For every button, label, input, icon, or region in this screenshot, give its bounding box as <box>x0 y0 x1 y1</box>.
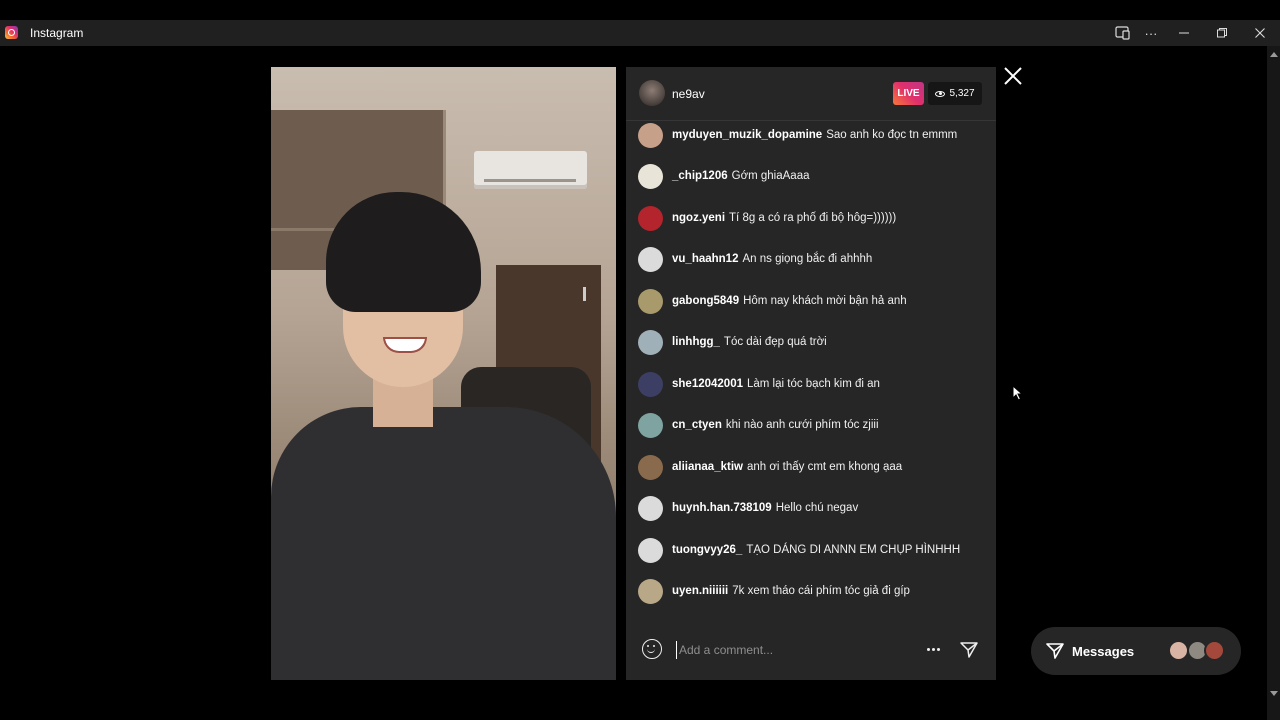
comment-avatar[interactable] <box>638 578 663 604</box>
comment-item: she12042001 Làm lại tóc bạch kim đi an <box>638 371 988 397</box>
comment-username[interactable]: _chip1206 <box>672 170 728 182</box>
viewer-count-badge: 5,327 <box>928 82 982 105</box>
restore-icon[interactable] <box>1204 20 1240 46</box>
comment-avatar[interactable] <box>638 122 663 148</box>
comment-username[interactable]: she12042001 <box>672 378 743 390</box>
comment-avatar[interactable] <box>638 246 663 272</box>
video-air-conditioner <box>474 151 587 189</box>
video-person-shirt <box>271 407 616 680</box>
more-options-icon[interactable] <box>927 648 930 651</box>
screen-top-strip <box>0 0 1280 20</box>
window-titlebar: Instagram ··· <box>0 20 1280 46</box>
messages-button[interactable]: Messages <box>1031 627 1241 675</box>
comment-input[interactable] <box>676 641 916 659</box>
comment-username[interactable]: huynh.han.738109 <box>672 502 772 514</box>
comment-text: Tóc dài đẹp quá trời <box>723 336 827 348</box>
comment-text: Tí 8g a có ra phố đi bộ hôg=)))))) <box>729 212 897 224</box>
comment-avatar[interactable] <box>638 163 663 189</box>
comment-text: khi nào anh cưới phím tóc zjiii <box>725 419 879 431</box>
send-icon[interactable] <box>959 640 979 660</box>
comment-text: anh ơi thấy cmt em khong ạaa <box>746 461 903 473</box>
scroll-up-arrow-icon[interactable] <box>1270 52 1278 57</box>
host-avatar[interactable] <box>639 80 665 106</box>
comment-text: TẠO DÁNG DI ANNN EM CHỤP HÌNHHH <box>746 544 961 556</box>
comment-list[interactable]: myduyen_muzik_dopamine Sao anh ko đọc tn … <box>626 122 996 622</box>
comment-avatar[interactable] <box>638 454 663 480</box>
comment-text: Gớm ghiaAaaa <box>731 170 810 182</box>
emoji-icon[interactable] <box>642 639 662 659</box>
comment-avatar[interactable] <box>638 329 663 355</box>
live-badge: LIVE <box>893 82 924 105</box>
comment-item: cn_ctyen khi nào anh cưới phím tóc zjiii <box>638 412 988 438</box>
vertical-scrollbar[interactable] <box>1267 46 1280 720</box>
messages-avatar <box>1204 640 1225 661</box>
video-door-handle <box>583 287 586 301</box>
comment-text: Hello chú negav <box>775 502 859 514</box>
messages-avatar-stack <box>1168 640 1228 662</box>
comment-text: 7k xem tháo cái phím tóc giả đi gíp <box>732 585 910 597</box>
comment-item: huynh.han.738109 Hello chú negav <box>638 495 988 521</box>
comment-username[interactable]: linhhgg_ <box>672 336 720 348</box>
viewer-count: 5,327 <box>949 88 975 99</box>
scroll-down-arrow-icon[interactable] <box>1270 691 1278 696</box>
comment-composer <box>626 632 996 667</box>
comment-username[interactable]: gabong5849 <box>672 295 739 307</box>
comment-item: vu_haahn12 An ns giọng bắc đi ahhhh <box>638 246 988 272</box>
comment-username[interactable]: myduyen_muzik_dopamine <box>672 129 822 141</box>
messages-label: Messages <box>1072 644 1135 659</box>
comment-item: myduyen_muzik_dopamine Sao anh ko đọc tn … <box>638 122 988 148</box>
mouse-cursor-icon <box>1012 385 1024 401</box>
comment-item: linhhgg_ Tóc dài đẹp quá trời <box>638 329 988 355</box>
comment-text: An ns giọng bắc đi ahhhh <box>742 253 873 265</box>
messages-avatar <box>1168 640 1189 661</box>
comment-username[interactable]: tuongvyy26_ <box>672 544 742 556</box>
comment-item: aliianaa_ktiw anh ơi thấy cmt em khong ạa… <box>638 454 988 480</box>
minimize-icon[interactable] <box>1166 20 1202 46</box>
comment-item: tuongvyy26_ TẠO DÁNG DI ANNN EM CHỤP HÌNH… <box>638 537 988 563</box>
comment-text: Làm lại tóc bạch kim đi an <box>746 378 880 390</box>
host-username[interactable]: ne9av <box>672 87 705 101</box>
comment-username[interactable]: vu_haahn12 <box>672 253 738 265</box>
comment-username[interactable]: ngoz.yeni <box>672 212 725 224</box>
more-options-icon[interactable]: ··· <box>1133 20 1169 46</box>
live-comments-panel: ne9av LIVE 5,327 myduyen_muzik_dopamine S… <box>626 67 996 680</box>
panel-header: ne9av LIVE 5,327 <box>626 67 996 121</box>
direct-message-icon <box>1046 643 1064 659</box>
live-video[interactable] <box>271 67 616 680</box>
comment-avatar[interactable] <box>638 205 663 231</box>
comment-item: ngoz.yeni Tí 8g a có ra phố đi bộ hôg=)))… <box>638 205 988 231</box>
comment-username[interactable]: cn_ctyen <box>672 419 722 431</box>
comment-avatar[interactable] <box>638 495 663 521</box>
comment-avatar[interactable] <box>638 412 663 438</box>
instagram-logo-icon <box>5 26 18 39</box>
eye-icon <box>935 90 946 97</box>
comment-username[interactable]: aliianaa_ktiw <box>672 461 743 473</box>
comment-username[interactable]: uyen.niiiiii <box>672 585 728 597</box>
comment-item: gabong5849 Hôm nay khách mời bận hả anh <box>638 288 988 314</box>
comment-avatar[interactable] <box>638 288 663 314</box>
app-title: Instagram <box>30 26 84 40</box>
comment-avatar[interactable] <box>638 537 663 563</box>
window-close-icon[interactable] <box>1242 20 1278 46</box>
video-person-hair <box>326 192 481 312</box>
comment-item: _chip1206 Gớm ghiaAaaa <box>638 163 988 189</box>
comment-avatar[interactable] <box>638 371 663 397</box>
comment-text: Hôm nay khách mời bận hả anh <box>743 295 907 307</box>
close-live-icon[interactable] <box>1003 66 1023 86</box>
comment-item: uyen.niiiiii 7k xem tháo cái phím tóc giả… <box>638 578 988 604</box>
comment-text: Sao anh ko đọc tn emmm <box>826 129 958 141</box>
